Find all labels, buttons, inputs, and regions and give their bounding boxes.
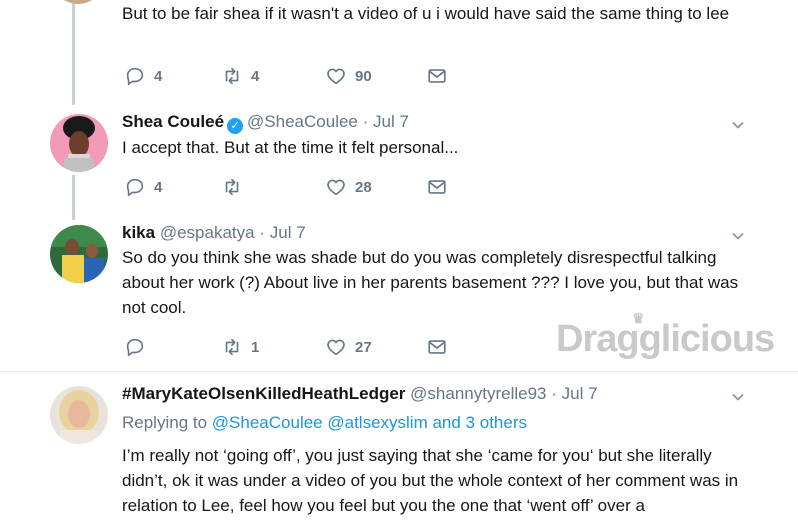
reply-icon: [126, 67, 144, 86]
display-name[interactable]: kika: [122, 223, 155, 242]
crown-icon: ♛: [632, 310, 645, 326]
dm-button[interactable]: [426, 176, 448, 198]
reply-icon: [126, 338, 144, 357]
replying-to-users[interactable]: @SheaCoulee @atlsexyslim: [212, 413, 428, 432]
envelope-icon: [428, 180, 446, 194]
reply-icon: [126, 178, 144, 197]
separator-dot: ·: [259, 223, 265, 242]
avatar[interactable]: [50, 114, 108, 172]
watermark-logo: Dragglicious ♛: [556, 310, 775, 360]
retweet-button[interactable]: 1: [221, 336, 259, 358]
replying-to-prefix: Replying to: [122, 413, 208, 432]
thread-line: [72, 0, 75, 105]
replying-to-others[interactable]: and 3 others: [432, 413, 527, 432]
retweet-icon: [225, 67, 239, 85]
reply-button[interactable]: 4: [124, 176, 162, 198]
tweet-header: kika @espakatya · Jul 7: [122, 223, 306, 243]
like-count: 28: [355, 178, 372, 196]
verified-badge-icon: ✓: [227, 118, 244, 134]
tweet-header: #MaryKateOlsenKilledHeathLedger @shannyt…: [122, 384, 598, 404]
thread-line: [72, 175, 75, 220]
heart-icon: [327, 179, 345, 196]
tweet-text: I’m really not ‘going off’, you just say…: [122, 446, 739, 515]
dm-button[interactable]: [426, 336, 448, 358]
retweet-icon: [225, 178, 239, 196]
avatar-image: [50, 225, 108, 283]
retweet-button[interactable]: [221, 176, 251, 198]
chevron-down-icon[interactable]: [731, 229, 745, 243]
divider: [0, 371, 798, 372]
separator-dot: ·: [362, 112, 369, 131]
retweet-count: 1: [251, 338, 260, 356]
retweet-count: 4: [251, 67, 260, 85]
heart-icon: [327, 339, 345, 356]
avatar[interactable]: [50, 225, 108, 283]
avatar-image: [50, 386, 108, 444]
like-button[interactable]: 27: [325, 336, 372, 358]
user-handle[interactable]: @SheaCoulee: [247, 112, 358, 131]
tweet-date[interactable]: Jul 7: [270, 223, 306, 242]
envelope-icon: [428, 340, 446, 354]
user-handle[interactable]: @espakatya: [160, 223, 255, 242]
like-count: 27: [355, 338, 372, 356]
display-name[interactable]: Shea Couleé: [122, 112, 224, 131]
reply-button[interactable]: [124, 336, 154, 358]
chevron-down-icon[interactable]: [731, 118, 745, 132]
user-handle[interactable]: @shannytyrelle93: [410, 384, 546, 403]
tweet-header: Shea Couleé ✓ @SheaCoulee · Jul 7: [122, 112, 409, 134]
avatar[interactable]: [52, 0, 104, 4]
retweet-icon: [225, 338, 239, 356]
reply-count: 4: [154, 67, 163, 85]
like-count: 90: [355, 67, 372, 85]
envelope-icon: [428, 69, 446, 83]
dm-button[interactable]: [426, 65, 448, 87]
reply-count: 4: [154, 178, 163, 196]
retweet-button[interactable]: 4: [221, 65, 259, 87]
like-button[interactable]: 90: [325, 65, 372, 87]
tweet-text: So do you think she was shade but do you…: [122, 248, 739, 317]
tweet-text: But to be fair shea if it wasn't a video…: [122, 4, 730, 23]
tweet-date[interactable]: Jul 7: [373, 112, 409, 131]
replying-to: Replying to @SheaCoulee @atlsexyslim and…: [122, 413, 527, 433]
like-button[interactable]: 28: [325, 176, 372, 198]
tweet-date[interactable]: Jul 7: [562, 384, 598, 403]
heart-icon: [327, 68, 345, 85]
tweet-text: I accept that. But at the time it felt p…: [122, 138, 459, 157]
reply-button[interactable]: 4: [124, 65, 162, 87]
avatar-image: [50, 114, 108, 172]
separator-dot: ·: [551, 384, 557, 403]
chevron-down-icon[interactable]: [731, 390, 745, 404]
display-name[interactable]: #MaryKateOlsenKilledHeathLedger: [122, 384, 405, 403]
avatar[interactable]: [50, 386, 108, 444]
